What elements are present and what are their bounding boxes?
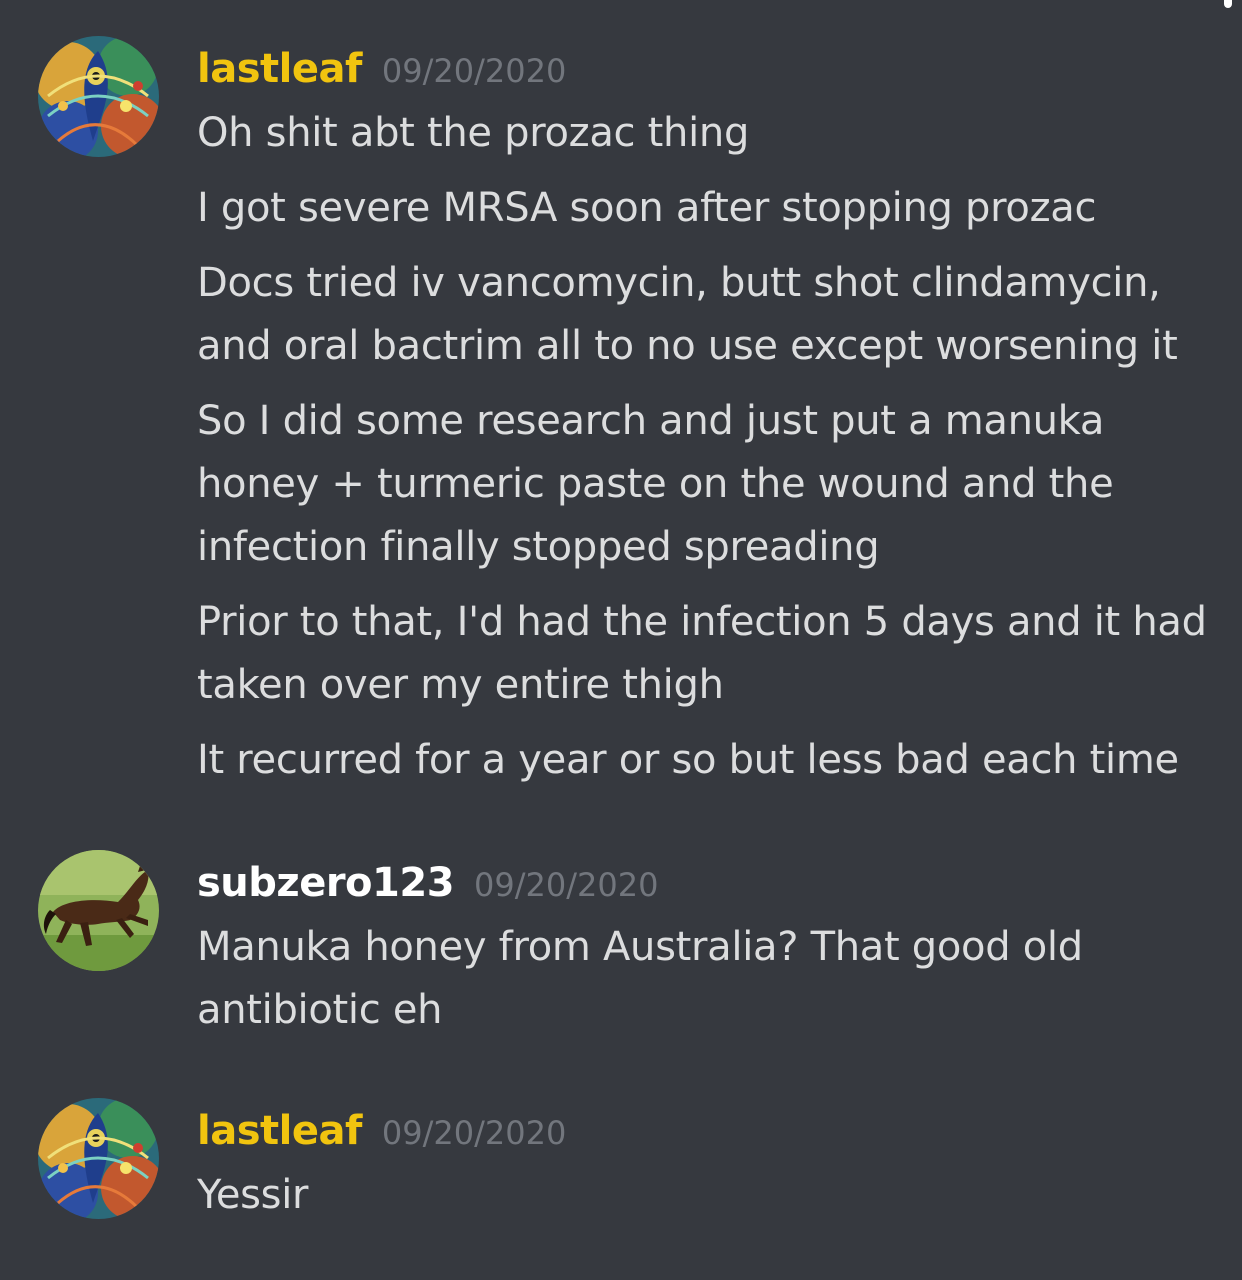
avatar[interactable]	[38, 36, 159, 157]
username[interactable]: lastleaf	[197, 1108, 362, 1154]
avatar[interactable]	[38, 1098, 159, 1219]
message-text: So I did some research and just put a ma…	[197, 398, 1114, 570]
message-text: Manuka honey from Australia? That good o…	[197, 924, 1083, 1033]
horse-icon	[38, 850, 159, 971]
message-text: Prior to that, I'd had the infection 5 d…	[197, 599, 1207, 708]
message-text: Docs tried iv vancomycin, butt shot clin…	[197, 260, 1178, 369]
timestamp: 09/20/2020	[381, 1114, 567, 1152]
scrollbar-thumb[interactable]	[1224, 0, 1232, 8]
timestamp: 09/20/2020	[381, 52, 567, 90]
message-text: Yessir	[197, 1172, 309, 1218]
timestamp: 09/20/2020	[474, 866, 659, 904]
message-text: I got severe MRSA soon after stopping pr…	[197, 185, 1097, 231]
psychedelic-peacock-icon	[38, 1098, 159, 1219]
message-text: Oh shit abt the prozac thing	[197, 110, 750, 156]
psychedelic-peacock-icon	[38, 36, 159, 157]
username[interactable]: subzero123	[197, 860, 455, 906]
message-lines: Oh shit abt the prozac thing I got sever…	[197, 102, 1217, 804]
message-header: lastleaf 09/20/2020	[197, 46, 566, 92]
message-lines: Yessir	[197, 1164, 1217, 1239]
message-header: lastleaf 09/20/2020	[197, 1108, 566, 1154]
username[interactable]: lastleaf	[197, 46, 362, 92]
message-header: subzero123 09/20/2020	[197, 860, 658, 906]
message-lines: Manuka honey from Australia? That good o…	[197, 916, 1217, 1054]
avatar[interactable]	[38, 850, 159, 971]
message-text: It recurred for a year or so but less ba…	[197, 737, 1179, 783]
